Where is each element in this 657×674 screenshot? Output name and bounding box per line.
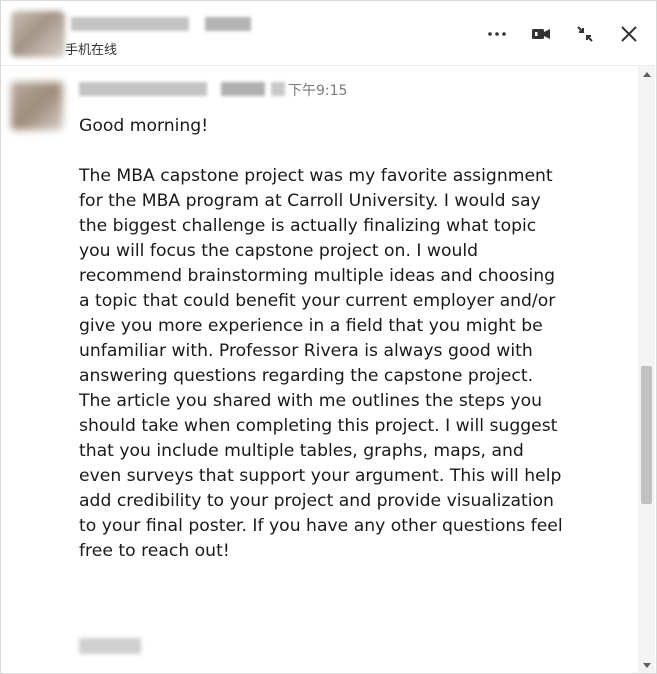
sender-name-redacted (79, 82, 207, 96)
message-scrollbar[interactable] (638, 66, 655, 673)
chat-window: 手机在线 下午9:15 Good morning! The MBA capsto… (0, 0, 657, 674)
contact-avatar[interactable] (11, 11, 65, 57)
message-bubble[interactable]: Good morning! The MBA capstone project w… (79, 114, 569, 564)
minimize-icon[interactable] (574, 23, 596, 45)
next-sender-redacted (79, 638, 141, 654)
message-list[interactable]: 下午9:15 Good morning! The MBA capstone pr… (1, 66, 639, 673)
sender-name-redacted-2 (221, 82, 265, 96)
contact-name-redacted (71, 17, 189, 31)
message-timestamp: 下午9:15 (288, 83, 348, 99)
scrollbar-thumb[interactable] (641, 366, 652, 504)
close-icon[interactable] (618, 23, 640, 45)
contact-name-redacted-2 (205, 17, 251, 31)
message-text: The MBA capstone project was my favorite… (79, 166, 563, 561)
sender-name-redacted-3 (271, 82, 285, 96)
header-actions (486, 23, 640, 45)
sender-avatar[interactable] (11, 82, 63, 130)
chat-header: 手机在线 (1, 1, 656, 66)
message-greeting: Good morning! (79, 116, 209, 136)
scroll-down-arrow-icon[interactable] (638, 657, 655, 673)
video-call-icon[interactable] (530, 23, 552, 45)
more-icon[interactable] (486, 23, 508, 45)
online-status: 手机在线 (65, 43, 118, 58)
scroll-up-arrow-icon[interactable] (638, 66, 655, 82)
